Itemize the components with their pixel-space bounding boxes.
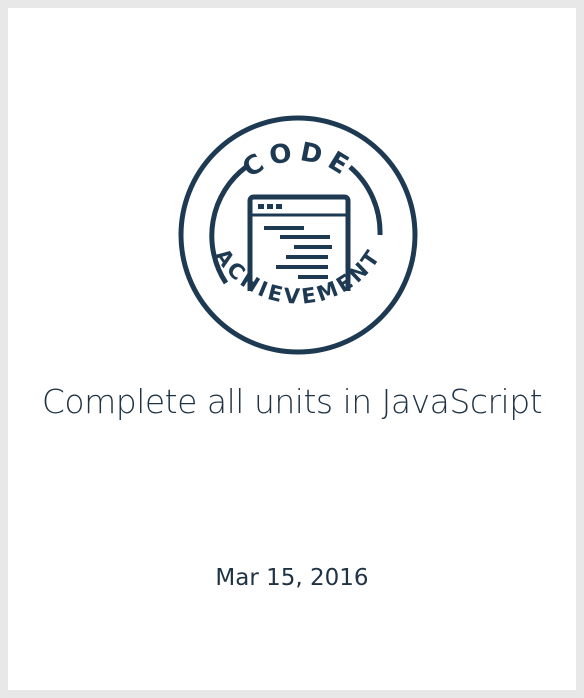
badge-bottom-text: ACHIEVEMENT: [210, 244, 386, 309]
achievement-title: Complete all units in JavaScript: [41, 382, 543, 421]
badge-inner-arc-right: [348, 165, 383, 236]
achievement-date: Mar 15, 2016: [215, 565, 369, 591]
badge-top-text: CODE: [238, 137, 359, 184]
achievement-card: CODE ACHIEVEMENT Complete all units in J…: [8, 8, 576, 690]
code-achievement-badge: CODE ACHIEVEMENT: [178, 115, 418, 355]
